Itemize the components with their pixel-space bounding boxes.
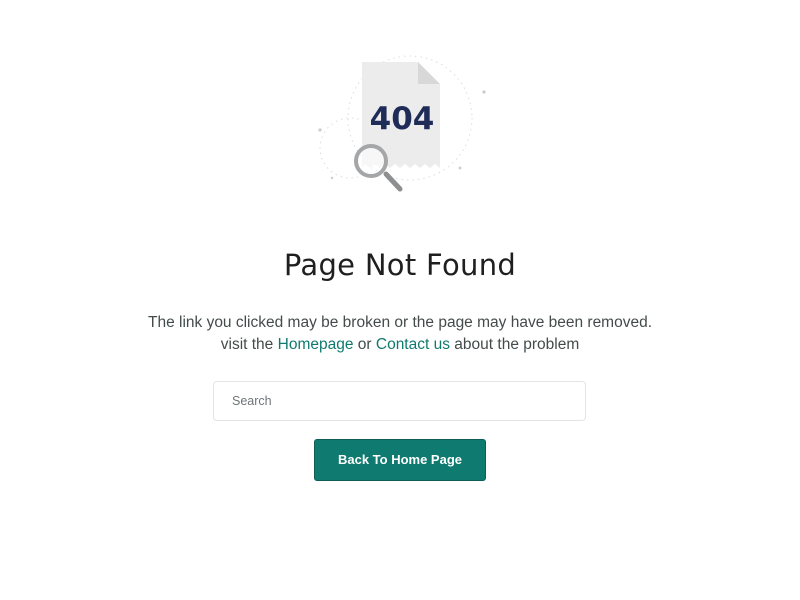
message-line-1: The link you clicked may be broken or th… <box>147 314 653 331</box>
error-page: 404 Page Not Found The link you clicked … <box>0 0 800 600</box>
message-suffix: about the problem <box>454 336 580 353</box>
message-line-2: visit the Homepage or Contact us about t… <box>0 334 800 356</box>
search-input[interactable] <box>213 381 586 421</box>
error-code-text: 404 <box>370 101 435 137</box>
homepage-link[interactable]: Homepage <box>278 336 354 353</box>
message-prefix: visit the <box>220 336 274 353</box>
error-message: The link you clicked may be broken or th… <box>0 312 800 356</box>
contact-us-link[interactable]: Contact us <box>376 336 450 353</box>
not-found-document-icon: 404 <box>318 55 486 192</box>
back-to-home-button[interactable]: Back To Home Page <box>314 439 486 481</box>
message-or: or <box>357 336 372 353</box>
404-illustration: 404 <box>310 50 490 200</box>
page-title: Page Not Found <box>283 248 517 282</box>
